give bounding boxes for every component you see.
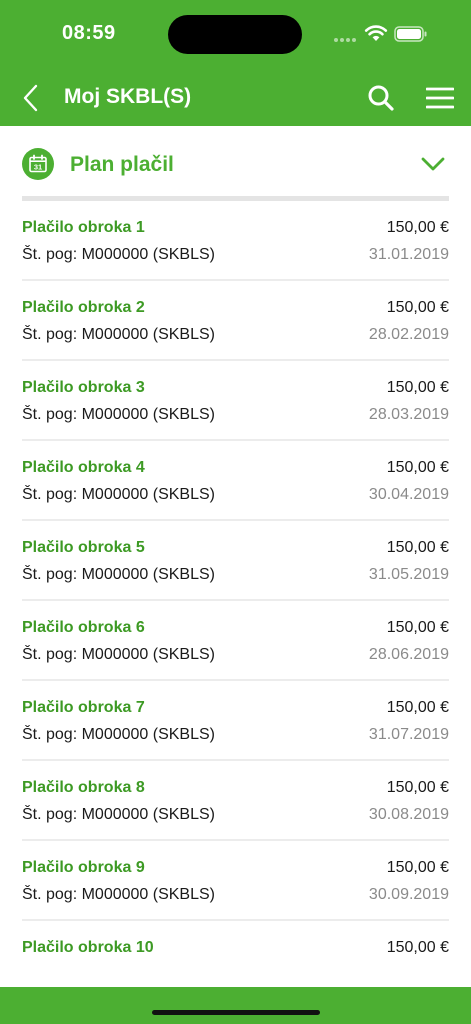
section-title: Plan plačil bbox=[70, 153, 174, 176]
calendar-day: 31 bbox=[34, 163, 42, 172]
payment-row-9[interactable]: Plačilo obroka 9 150,00 € Št. pog: M0000… bbox=[22, 841, 449, 921]
payment-row-10[interactable]: Plačilo obroka 10 150,00 € bbox=[22, 921, 449, 967]
installment-amount: 150,00 € bbox=[386, 539, 449, 556]
bottom-bar bbox=[0, 987, 471, 1024]
installment-amount: 150,00 € bbox=[386, 699, 449, 716]
due-date: 31.01.2019 bbox=[368, 246, 449, 263]
page-title: Moj SKBL(S) bbox=[64, 85, 192, 108]
cellular-signal-icon bbox=[334, 38, 356, 44]
due-date: 31.07.2019 bbox=[368, 726, 449, 743]
dynamic-island bbox=[168, 15, 302, 54]
contract-number: Št. pog: M000000 (SKBLS) bbox=[22, 406, 215, 423]
installment-amount: 150,00 € bbox=[386, 939, 449, 956]
payment-row-3[interactable]: Plačilo obroka 3 150,00 € Št. pog: M0000… bbox=[22, 361, 449, 441]
status-bar: 08:59 bbox=[0, 0, 471, 70]
due-date: 30.08.2019 bbox=[368, 806, 449, 823]
installment-title: Plačilo obroka 1 bbox=[22, 219, 145, 236]
navigation-bar: Moj SKBL(S) bbox=[0, 70, 471, 126]
installment-title: Plačilo obroka 10 bbox=[22, 939, 154, 956]
payment-row-6[interactable]: Plačilo obroka 6 150,00 € Št. pog: M0000… bbox=[22, 601, 449, 681]
contract-number: Št. pog: M000000 (SKBLS) bbox=[22, 726, 215, 743]
due-date: 28.06.2019 bbox=[368, 646, 449, 663]
contract-number: Št. pog: M000000 (SKBLS) bbox=[22, 566, 215, 583]
battery-icon bbox=[394, 26, 427, 42]
due-date: 28.02.2019 bbox=[368, 326, 449, 343]
due-date: 31.05.2019 bbox=[368, 566, 449, 583]
back-button[interactable] bbox=[12, 76, 50, 120]
installment-title: Plačilo obroka 3 bbox=[22, 379, 145, 396]
contract-number: Št. pog: M000000 (SKBLS) bbox=[22, 646, 215, 663]
payment-plan-header[interactable]: 31 Plan plačil bbox=[0, 126, 471, 198]
payment-row-7[interactable]: Plačilo obroka 7 150,00 € Št. pog: M0000… bbox=[22, 681, 449, 761]
installment-amount: 150,00 € bbox=[386, 459, 449, 476]
installment-title: Plačilo obroka 7 bbox=[22, 699, 145, 716]
installment-title: Plačilo obroka 9 bbox=[22, 859, 145, 876]
installment-title: Plačilo obroka 8 bbox=[22, 779, 145, 796]
chevron-left-icon bbox=[23, 84, 38, 112]
installment-title: Plačilo obroka 5 bbox=[22, 539, 145, 556]
due-date: 30.09.2019 bbox=[368, 886, 449, 903]
due-date: 30.04.2019 bbox=[368, 486, 449, 503]
status-time: 08:59 bbox=[62, 22, 116, 44]
chevron-down-icon[interactable] bbox=[420, 154, 446, 174]
search-icon bbox=[368, 85, 394, 111]
contract-number: Št. pog: M000000 (SKBLS) bbox=[22, 246, 215, 263]
home-indicator[interactable] bbox=[152, 1010, 320, 1015]
installment-amount: 150,00 € bbox=[386, 219, 449, 236]
contract-number: Št. pog: M000000 (SKBLS) bbox=[22, 806, 215, 823]
payment-row-5[interactable]: Plačilo obroka 5 150,00 € Št. pog: M0000… bbox=[22, 521, 449, 601]
installment-amount: 150,00 € bbox=[386, 619, 449, 636]
hamburger-menu-icon bbox=[426, 87, 454, 109]
installment-amount: 150,00 € bbox=[386, 779, 449, 796]
installment-amount: 150,00 € bbox=[386, 299, 449, 316]
installment-title: Plačilo obroka 2 bbox=[22, 299, 145, 316]
payment-row-4[interactable]: Plačilo obroka 4 150,00 € Št. pog: M0000… bbox=[22, 441, 449, 521]
installment-amount: 150,00 € bbox=[386, 859, 449, 876]
payment-row-2[interactable]: Plačilo obroka 2 150,00 € Št. pog: M0000… bbox=[22, 281, 449, 361]
calendar-icon: 31 bbox=[22, 148, 54, 180]
payment-row-8[interactable]: Plačilo obroka 8 150,00 € Št. pog: M0000… bbox=[22, 761, 449, 841]
installment-title: Plačilo obroka 4 bbox=[22, 459, 145, 476]
installment-title: Plačilo obroka 6 bbox=[22, 619, 145, 636]
due-date: 28.03.2019 bbox=[368, 406, 449, 423]
search-button[interactable] bbox=[362, 78, 400, 118]
menu-button[interactable] bbox=[420, 78, 460, 118]
installment-amount: 150,00 € bbox=[386, 379, 449, 396]
wifi-icon bbox=[364, 25, 388, 41]
contract-number: Št. pog: M000000 (SKBLS) bbox=[22, 326, 215, 343]
payment-list[interactable]: Plačilo obroka 1 150,00 € Št. pog: M0000… bbox=[0, 201, 471, 967]
app-header: 08:59 Moj SKBL(S) bbox=[0, 0, 471, 126]
contract-number: Št. pog: M000000 (SKBLS) bbox=[22, 886, 215, 903]
payment-row-1[interactable]: Plačilo obroka 1 150,00 € Št. pog: M0000… bbox=[22, 201, 449, 281]
contract-number: Št. pog: M000000 (SKBLS) bbox=[22, 486, 215, 503]
